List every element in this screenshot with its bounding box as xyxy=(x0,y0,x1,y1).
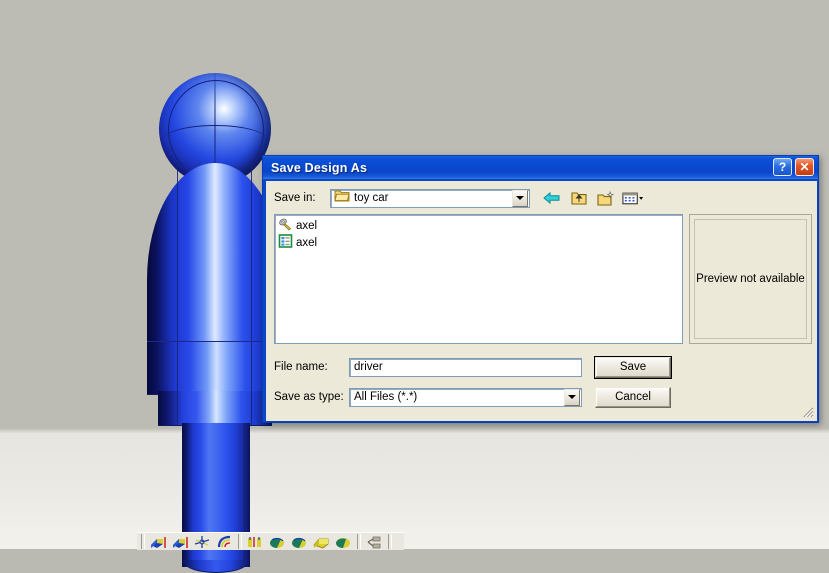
preview-area: Preview not available xyxy=(694,219,807,339)
draft-icon[interactable] xyxy=(333,534,354,550)
save-as-type-label: Save as type: xyxy=(274,391,344,403)
chevron-down-icon[interactable] xyxy=(512,189,528,207)
toolbar-separator xyxy=(141,534,145,549)
model-torso-wire-left xyxy=(177,163,178,353)
bottom-cad-toolbar[interactable] xyxy=(137,532,404,550)
save-as-type-row: Save as type: All Files (*.*) Cancel xyxy=(274,386,812,408)
save-as-type-value: All Files (*.*) xyxy=(354,391,418,403)
viewport-floor xyxy=(0,433,829,549)
toolbar-separator xyxy=(388,534,392,549)
list-item[interactable]: axel xyxy=(278,218,682,234)
save-design-as-dialog[interactable]: Save Design As ? ✕ Save in: toy car axel… xyxy=(262,155,819,423)
toolbar-separator xyxy=(238,534,242,549)
dialog-titlebar[interactable]: Save Design As ? ✕ xyxy=(263,156,818,179)
close-button[interactable]: ✕ xyxy=(795,158,814,176)
model-hips-wire-right xyxy=(251,391,252,425)
file-name-label: File name: xyxy=(274,361,328,373)
folder-icon xyxy=(334,189,350,207)
preview-panel: Preview not available xyxy=(689,214,812,344)
list-item-label: axel xyxy=(296,237,318,249)
model-hips-wire-left xyxy=(177,391,178,425)
revolve-cut-icon[interactable] xyxy=(289,534,310,550)
axis-icon[interactable] xyxy=(192,534,213,550)
shell-icon[interactable] xyxy=(311,534,332,550)
model-hips xyxy=(158,391,272,426)
chevron-down-icon[interactable] xyxy=(564,388,580,406)
extrude-boss-icon[interactable] xyxy=(148,534,169,550)
cancel-button[interactable]: Cancel xyxy=(595,386,671,408)
save-in-value: toy car xyxy=(354,192,389,204)
help-button[interactable]: ? xyxy=(773,158,792,176)
file-name-row: File name: driver Save xyxy=(274,355,812,379)
reference-geometry-icon[interactable] xyxy=(245,534,266,550)
preview-message: Preview not available xyxy=(696,273,805,285)
save-in-combobox[interactable]: toy car xyxy=(330,188,530,208)
save-in-row: Save in: toy car xyxy=(274,187,812,209)
resize-grip[interactable] xyxy=(800,404,814,418)
model-leg-base xyxy=(182,560,250,573)
new-folder-icon[interactable] xyxy=(594,188,617,209)
toolbar-separator xyxy=(357,534,361,549)
dialog-body: Save in: toy car axel axel Preview not a… xyxy=(266,181,817,421)
model-belt-wire-left xyxy=(177,342,178,394)
model-belt-wire-right xyxy=(251,342,252,394)
titlebar-buttons[interactable]: ? ✕ xyxy=(773,158,814,176)
pattern-icon[interactable] xyxy=(364,534,385,550)
views-menu-icon[interactable] xyxy=(621,188,644,209)
list-item-label: axel xyxy=(296,220,318,232)
file-list[interactable]: axel axel xyxy=(274,214,683,344)
model-torso-wire-right xyxy=(251,163,252,353)
back-arrow-icon[interactable] xyxy=(540,188,563,209)
dialog-toolbar[interactable] xyxy=(540,188,644,209)
document-file-icon xyxy=(278,233,293,253)
list-item[interactable]: axel xyxy=(278,233,682,253)
file-name-input[interactable]: driver xyxy=(349,357,582,377)
fillet-icon[interactable] xyxy=(214,534,235,550)
save-in-label: Save in: xyxy=(274,192,316,204)
revolve-boss-icon[interactable] xyxy=(267,534,288,550)
save-button[interactable]: Save xyxy=(594,355,672,379)
extrude-cut-icon[interactable] xyxy=(170,534,191,550)
save-as-type-combobox[interactable]: All Files (*.*) xyxy=(349,387,582,407)
dialog-title: Save Design As xyxy=(271,160,368,175)
file-name-value: driver xyxy=(354,361,383,373)
up-folder-icon[interactable] xyxy=(567,188,590,209)
